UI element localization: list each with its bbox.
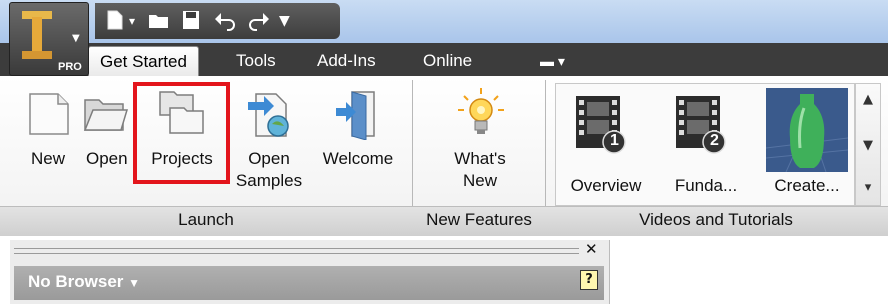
application-menu-button[interactable]: ▼ PRO	[9, 2, 89, 76]
video-number-badge: 2	[710, 132, 719, 149]
inventor-logo	[22, 11, 52, 59]
lightbulb-icon	[458, 88, 504, 134]
video-number-badge: 1	[610, 132, 619, 149]
panel-title-new-features: New Features	[426, 210, 532, 229]
edition-badge: PRO	[58, 61, 82, 73]
gallery-item-label: Funda...	[674, 176, 738, 195]
gallery-expand-icon[interactable]: ▾	[856, 180, 880, 195]
gallery-item-label: Create...	[774, 176, 840, 195]
videos-gallery: 1 Overview 2 Funda... Create...	[555, 83, 855, 206]
close-icon[interactable]: ✕	[585, 240, 598, 258]
whats-new-label-line2: New	[462, 171, 497, 190]
open-samples-icon	[248, 93, 289, 137]
gallery-item-label: Overview	[570, 176, 642, 195]
redo-icon[interactable]	[247, 9, 271, 38]
gallery-item-overview[interactable]: 1 Overview	[560, 84, 652, 204]
new-label: New	[30, 149, 65, 168]
tab-add-ins[interactable]: Add-Ins	[317, 46, 376, 76]
customize-icon[interactable]: ▼	[279, 9, 290, 33]
panel-toggle-icon[interactable]: ▬ ▾	[540, 46, 565, 76]
tab-get-started[interactable]: Get Started	[88, 46, 199, 76]
open-samples-label-line2: Samples	[235, 171, 303, 190]
open-samples-button[interactable]: Open Samples	[228, 88, 310, 203]
open-button[interactable]: Open	[80, 88, 135, 203]
new-doc-icon[interactable]	[105, 9, 125, 38]
help-icon[interactable]: ?	[580, 270, 598, 290]
open-label: Open	[86, 149, 128, 168]
gallery-item-fundamentals[interactable]: 2 Funda...	[660, 84, 752, 204]
open-samples-label: Open	[248, 149, 290, 168]
scroll-down-icon[interactable]: ▼	[856, 138, 880, 153]
quick-access-toolbar: ▾ ▼	[95, 3, 340, 39]
welcome-label: Welcome	[322, 149, 394, 168]
tab-online[interactable]: Online	[423, 46, 472, 76]
gallery-item-create[interactable]: Create...	[760, 84, 854, 204]
save-icon[interactable]	[181, 9, 201, 38]
annotation-highlight-box	[133, 82, 230, 184]
chevron-down-icon[interactable]: ▾	[129, 9, 135, 33]
open-folder-icon	[83, 99, 129, 131]
panel-title-launch: Launch	[178, 210, 234, 229]
browser-title-text: No Browser	[28, 272, 124, 291]
bottle-thumbnail	[766, 88, 848, 172]
panel-title-videos: Videos and Tutorials	[639, 210, 793, 229]
open-folder-icon[interactable]	[147, 9, 171, 38]
chevron-down-icon: ▼	[72, 33, 80, 44]
undo-icon[interactable]	[213, 9, 237, 38]
new-document-icon	[29, 93, 69, 135]
whats-new-button[interactable]: What's New	[430, 88, 530, 203]
tab-tools[interactable]: Tools	[236, 46, 276, 76]
film-icon	[576, 96, 626, 154]
chevron-down-icon: ▼	[128, 276, 141, 290]
browser-title[interactable]: No Browser ▼	[28, 272, 140, 292]
gallery-scroll: ▲ ▼ ▾	[855, 83, 881, 206]
film-icon	[676, 96, 726, 154]
scroll-up-icon[interactable]: ▲	[856, 92, 880, 107]
whats-new-label: What's	[454, 149, 506, 168]
welcome-button[interactable]: Welcome	[310, 88, 406, 203]
welcome-door-icon	[336, 91, 375, 140]
pane-grip[interactable]	[14, 248, 579, 254]
new-button[interactable]: New	[18, 88, 78, 203]
